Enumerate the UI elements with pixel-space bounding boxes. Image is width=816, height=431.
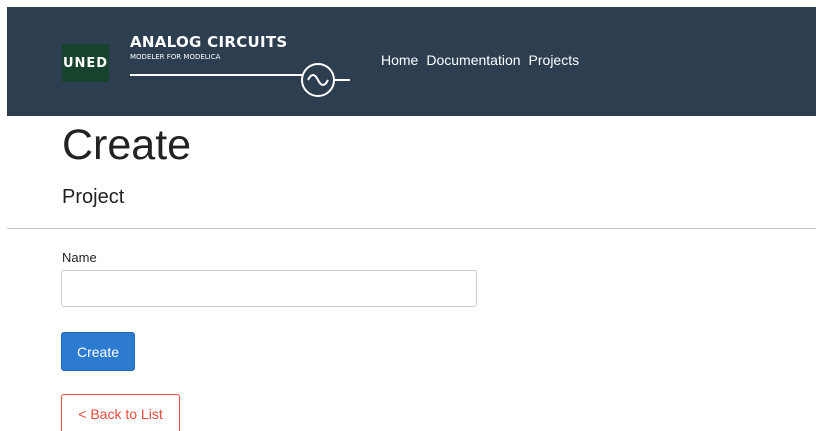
page-title: Create	[62, 121, 192, 169]
divider	[7, 228, 816, 229]
nav-projects-link[interactable]: Projects	[529, 52, 580, 68]
name-label: Name	[62, 250, 97, 265]
brand[interactable]: UNED ANALOG CIRCUITS MODELER FOR MODELIC…	[62, 33, 352, 97]
create-button[interactable]: Create	[61, 332, 135, 371]
nav-links: Home Documentation Projects	[381, 52, 587, 68]
page: UNED ANALOG CIRCUITS MODELER FOR MODELIC…	[0, 0, 816, 431]
page-subtitle: Project	[62, 186, 125, 208]
navbar: UNED ANALOG CIRCUITS MODELER FOR MODELIC…	[7, 7, 816, 116]
nav-documentation-link[interactable]: Documentation	[426, 52, 520, 68]
sine-wave-icon	[130, 63, 350, 97]
uned-logo: UNED	[62, 44, 109, 82]
uned-logo-text: UNED	[62, 55, 109, 71]
name-input[interactable]	[61, 270, 477, 307]
back-to-list-link[interactable]: < Back to List	[61, 394, 180, 431]
nav-home-link[interactable]: Home	[381, 52, 418, 68]
